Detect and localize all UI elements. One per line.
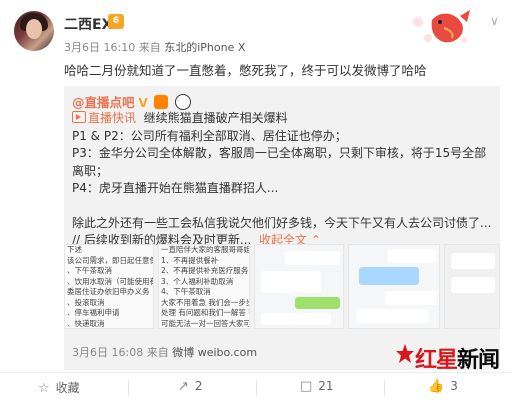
thumbnail-image-3[interactable] — [254, 244, 344, 329]
repost-p3: P3：金华分公司全体解散，客服周一已全体离职，只剩下审核，将于15号全部离职； — [72, 146, 487, 178]
repost-footer: 3月6日 16:08 来自 微博 weibo.com — [72, 344, 257, 360]
comment-icon: □ — [300, 379, 313, 394]
live-news-tag[interactable]: 直播快讯 — [72, 111, 136, 125]
thumbnail-image-4[interactable] — [348, 244, 440, 329]
repost-author-link[interactable]: @直播点吧 — [72, 95, 135, 110]
post-source: 东北的iPhone X — [164, 41, 246, 54]
username[interactable]: 二西EX — [64, 14, 112, 34]
thumbnail-image-5[interactable] — [444, 244, 500, 329]
repost-p4: P4：虎牙直播开始在熊猫直播群招人... — [72, 181, 279, 195]
post-text: 哈哈二月份就知道了一直憋着，憋死我了，终于可以发微博了哈哈 — [64, 63, 427, 78]
repost-card[interactable]: @直播点吧 V 直播快讯 继续熊猫直播破产相关爆料 P1 & P2：公司所有福利… — [64, 86, 500, 370]
repost-author-line: @直播点吧 V — [72, 92, 191, 111]
repost-icon: ↗ — [178, 379, 189, 394]
repost-time[interactable]: 3月6日 16:08 来自 — [72, 346, 169, 359]
repost-body: 直播快讯 继续熊猫直播破产相关爆料 P1 & P2：公司所有福利全部取消、居住证… — [72, 110, 492, 250]
panda-icon — [174, 94, 191, 110]
watermark-text: 红星新闻 — [415, 347, 500, 373]
repost-headline: 继续熊猫直播破产相关爆料 — [143, 111, 288, 125]
live-video-icon — [72, 111, 86, 123]
chevron-down-icon[interactable]: ∨ — [490, 14, 499, 28]
repost-p5: 除此之外还有一些工会私信我说欠他们好多钱，今天下午又有人去公司讨债了... — [72, 215, 492, 230]
repost-button[interactable]: ↗ 2 — [178, 379, 203, 394]
vip-badge-icon — [153, 95, 168, 109]
post-meta: 3月6日 16:10 来自 东北的iPhone X — [64, 39, 245, 55]
verified-badge-icon: V — [138, 96, 148, 110]
post-time[interactable]: 3月6日 16:10 来自 — [64, 41, 161, 54]
favorite-button[interactable]: ☆ 收藏 — [38, 379, 80, 396]
thumbnail-image-1[interactable]: 下述 该公司需求，即日起任意保单 、下午茶取消 、饮用水取消（可能使用有 委居住… — [64, 244, 154, 329]
post-header: 二西EX 6 3月6日 16:10 来自 东北的iPhone X ∨ 哈哈二月份… — [0, 0, 512, 80]
repost-source: 微博 weibo.com — [172, 346, 258, 359]
vip-badge-icon: 6 — [108, 14, 124, 29]
avatar[interactable] — [14, 11, 54, 51]
thumbnail-image-2[interactable]: 一直陪伴大家的客服哥哥姐姐 1、不再提供餐补 2、不再提供补充医疗服务 3、个人… — [158, 244, 250, 329]
like-button[interactable]: 👍 3 — [428, 379, 458, 394]
action-bar: ☆ 收藏 ↗ 2 □ 21 👍 3 — [0, 372, 512, 401]
red-star-logo-icon — [396, 344, 414, 363]
repost-p1: P1 & P2：公司所有福利全部取消、居住证也停办； — [72, 128, 347, 143]
thumbs-up-icon: 👍 — [428, 379, 445, 394]
comment-button[interactable]: □ 21 — [300, 379, 334, 394]
image-thumbnails: 下述 该公司需求，即日起任意保单 、下午茶取消 、饮用水取消（可能使用有 委居住… — [64, 244, 500, 329]
hongxing-news-watermark: 红星新闻 — [395, 340, 505, 373]
koi-fish-icon — [413, 10, 470, 43]
star-icon: ☆ — [38, 381, 50, 396]
